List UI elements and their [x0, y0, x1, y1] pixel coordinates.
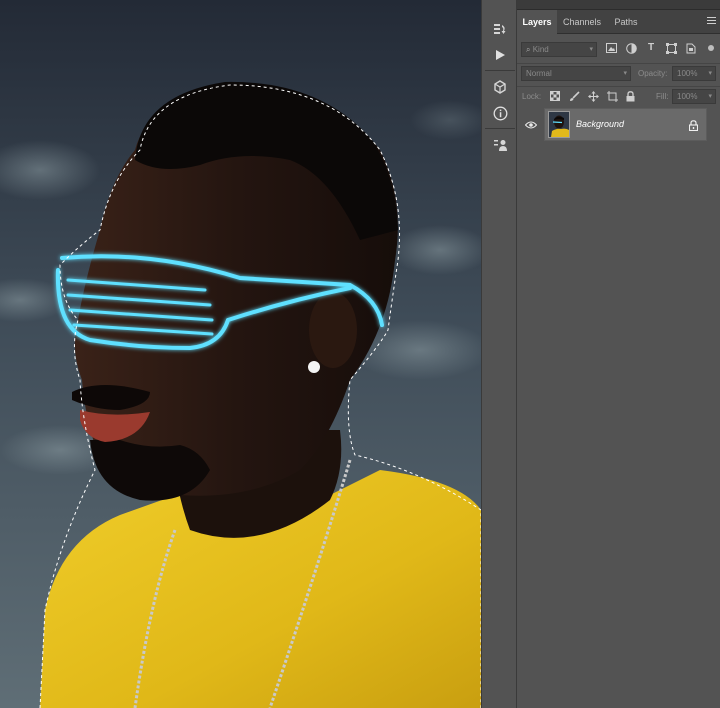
filter-kind-label: Kind	[532, 45, 549, 54]
layer-body[interactable]: Background	[544, 108, 707, 141]
tab-channels[interactable]: Channels	[558, 10, 606, 34]
panel-tab-bar: Layers Channels Paths	[517, 10, 720, 35]
lock-artboard-icon[interactable]	[606, 91, 618, 103]
earring	[308, 361, 320, 373]
history-icon[interactable]	[489, 18, 511, 40]
panel-dock-strip	[481, 0, 517, 708]
image-filter-icon[interactable]	[605, 43, 617, 55]
properties-icon[interactable]	[489, 134, 511, 156]
document-canvas[interactable]	[0, 0, 481, 708]
filter-toggle[interactable]	[708, 45, 714, 51]
play-action-icon[interactable]	[489, 44, 511, 66]
panel-menu-icon[interactable]	[707, 17, 716, 26]
chevron-down-icon: ▾	[708, 70, 712, 77]
lock-all-icon[interactable]	[624, 91, 636, 103]
chevron-down-icon: ▾	[623, 70, 627, 77]
adjustment-filter-icon[interactable]	[625, 43, 637, 55]
opacity-field[interactable]: 100% ▾	[672, 66, 716, 81]
lock-position-move-icon[interactable]	[587, 91, 599, 103]
chevron-down-icon: ▾	[708, 93, 712, 100]
filter-kind-select[interactable]: ⌕ Kind ▾	[521, 42, 597, 57]
fill-label: Fill:	[656, 92, 669, 101]
photo-image	[0, 0, 481, 708]
layer-name: Background	[576, 119, 625, 129]
layer-lock-icon	[688, 118, 699, 136]
chevron-down-icon: ▾	[589, 46, 593, 53]
smart-object-filter-icon[interactable]	[685, 43, 697, 55]
search-icon: ⌕	[526, 45, 533, 54]
3d-cube-icon[interactable]	[489, 76, 511, 98]
lock-transparent-icon[interactable]	[549, 91, 561, 103]
layer-row[interactable]: Background	[517, 108, 720, 141]
fill-field[interactable]: 100% ▾	[672, 89, 716, 104]
tab-layers[interactable]: Layers	[517, 10, 557, 35]
shape-filter-icon[interactable]	[665, 43, 677, 55]
layer-filter-row: ⌕ Kind ▾ T	[517, 41, 720, 59]
blend-row: Normal ▾ Opacity: 100% ▾	[517, 66, 720, 82]
lock-pixels-brush-icon[interactable]	[568, 91, 580, 103]
blend-mode-value: Normal	[526, 69, 552, 78]
tab-paths[interactable]: Paths	[607, 10, 645, 34]
opacity-label: Opacity:	[638, 69, 668, 78]
type-filter-icon[interactable]: T	[645, 42, 657, 54]
blend-mode-select[interactable]: Normal ▾	[521, 66, 631, 81]
lock-row: Lock: Fill: 100% ▾	[517, 89, 720, 105]
layer-thumbnail	[548, 111, 570, 138]
fill-value: 100%	[677, 92, 698, 101]
lock-label: Lock:	[522, 92, 542, 101]
visibility-eye-icon[interactable]	[517, 108, 544, 141]
opacity-value: 100%	[677, 69, 698, 78]
info-icon[interactable]	[489, 102, 511, 124]
layers-panel: Layers Channels Paths ⌕ Kind ▾ T Normal …	[517, 10, 720, 708]
